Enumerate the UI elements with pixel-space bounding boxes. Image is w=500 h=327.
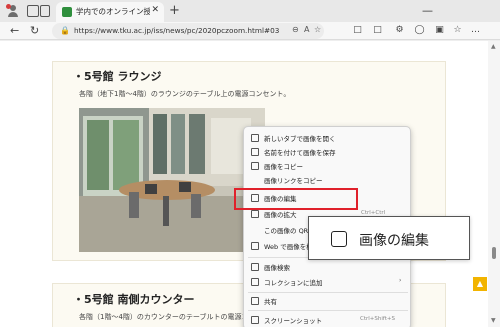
web-search-icon — [251, 242, 259, 250]
menu-item-shortcut: Ctrl+Shift+S — [360, 316, 395, 322]
highlight-box — [234, 188, 358, 210]
image-search-icon — [251, 263, 259, 271]
collections-icon — [251, 278, 259, 286]
menu-item-add-to-collection[interactable]: コレクションに追加 › — [244, 275, 412, 289]
menu-item-label: スクリーンショット — [264, 317, 323, 325]
menu-item-label: 画像リンクをコピー — [264, 177, 323, 185]
favorite-star-icon[interactable]: ☆ — [314, 25, 321, 34]
page-scrollbar[interactable]: ▲ ▼ — [488, 41, 500, 327]
scroll-thumb[interactable] — [492, 247, 496, 259]
share-icon — [251, 297, 259, 305]
menu-item-label: 画像をコピー — [264, 163, 303, 171]
zoom-callout: 画像の編集 — [308, 216, 470, 260]
minimize-button[interactable]: — — [422, 4, 433, 17]
copy-image-icon — [251, 162, 259, 170]
edit-image-icon — [331, 231, 347, 247]
menu-item-label: コレクションに追加 — [264, 279, 323, 287]
section-text-lounge: 各階（地下1階～4階）のラウンジのテーブル上の電源コンセント。 — [79, 90, 291, 98]
menu-item-save-image[interactable]: 名前を付けて画像を保存 — [244, 145, 412, 159]
menu-item-copy-image[interactable]: 画像をコピー — [244, 159, 412, 173]
url-text[interactable]: https://www.tku.ac.jp/iss/news/pc/2020pc… — [74, 26, 279, 35]
save-icon — [251, 148, 259, 156]
collections-icon[interactable]: ☆ — [452, 25, 463, 36]
favorites-icon[interactable]: ▣ — [434, 25, 445, 36]
extensions-icon[interactable]: ⚙ — [394, 25, 405, 36]
split-screen-icon[interactable]: □ — [352, 25, 363, 36]
lounge-photo[interactable] — [79, 108, 265, 252]
chevron-right-icon: › — [399, 277, 402, 284]
scroll-up-icon[interactable]: ▲ — [491, 43, 496, 50]
workspaces-icon[interactable] — [27, 5, 39, 17]
callout-label: 画像の編集 — [359, 233, 429, 249]
zoom-icon[interactable]: ⊖ — [292, 25, 299, 34]
section-title-lounge: ・5号館 ラウンジ — [73, 70, 162, 83]
read-aloud-icon[interactable]: A — [304, 25, 309, 34]
menu-item-open-image-new-tab[interactable]: 新しいタブで画像を開く — [244, 131, 412, 145]
site-favicon-icon — [62, 7, 72, 17]
menu-item-label: この画像の QR — [264, 227, 309, 235]
back-to-top-button[interactable]: ▲ — [473, 277, 487, 291]
menu-item-label: 共有 — [264, 298, 277, 306]
magnifier-icon — [251, 210, 259, 218]
lounge-photo-graphic — [79, 108, 265, 252]
new-tab-button[interactable]: + — [169, 3, 180, 18]
menu-item-image-search[interactable]: 画像検索 — [244, 260, 412, 274]
section-title-counter: ・5号館 南側カウンター — [73, 293, 195, 306]
menu-item-copy-image-link[interactable]: 画像リンクをコピー — [244, 173, 412, 187]
menu-separator — [248, 292, 408, 293]
reload-button[interactable]: ↻ — [30, 24, 39, 37]
address-bar[interactable]: 🔒 https://www.tku.ac.jp/iss/news/pc/2020… — [52, 23, 324, 39]
tab-title: 学内でのオンライン授業受講やZoom — [76, 7, 150, 16]
menu-item-label: 名前を付けて画像を保存 — [264, 149, 336, 157]
screenshot-icon — [251, 316, 259, 324]
browser-tab[interactable]: 学内でのオンライン授業受講やZoom ✕ — [56, 2, 164, 22]
new-tab-icon — [251, 134, 259, 142]
menu-item-share[interactable]: 共有 — [244, 294, 412, 308]
browser-essentials-icon[interactable]: ◯ — [414, 25, 425, 36]
profile-icon[interactable] — [6, 4, 20, 18]
menu-separator — [248, 310, 408, 311]
menu-more-icon[interactable]: … — [470, 25, 481, 36]
back-button[interactable]: ← — [10, 24, 19, 37]
menu-item-screenshot[interactable]: スクリーンショット Ctrl+Shift+S — [244, 313, 412, 327]
menu-item-label: 新しいタブで画像を開く — [264, 135, 336, 143]
scroll-down-icon[interactable]: ▼ — [491, 317, 496, 324]
menu-item-label: 画像検索 — [264, 264, 290, 272]
tab-actions-icon[interactable] — [40, 5, 50, 17]
tab-strip: 学内でのオンライン授業受講やZoom ✕ + — — [0, 0, 500, 22]
menu-item-label: 画像の拡大 — [264, 211, 297, 219]
sidebar-icon[interactable]: □ — [372, 25, 383, 36]
tab-close-icon[interactable]: ✕ — [151, 5, 159, 15]
section-text-counter: 各階（1階～4階）のカウンターのテーブルトの電源コンセ — [79, 313, 263, 321]
lock-icon[interactable]: 🔒 — [60, 26, 70, 35]
navigation-bar: ← ↻ 🔒 https://www.tku.ac.jp/iss/news/pc/… — [0, 22, 500, 40]
menu-item-label: Web で画像を検 — [264, 243, 313, 251]
